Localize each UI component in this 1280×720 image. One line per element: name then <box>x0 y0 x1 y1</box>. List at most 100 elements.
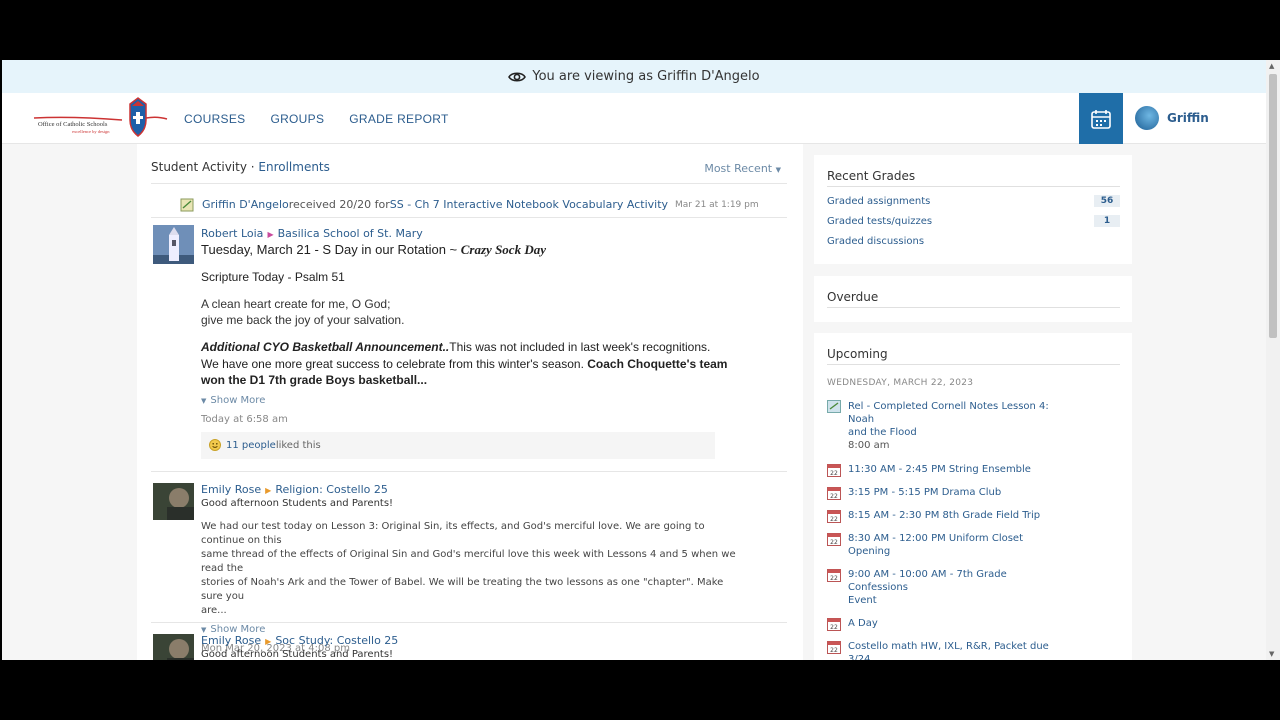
logo-text: Office of Catholic Schools <box>38 121 108 128</box>
enrollments-link[interactable]: Enrollments <box>258 160 330 174</box>
grade-notification: Griffin D'Angelo received 20/20 for SS -… <box>151 192 787 218</box>
calendar-event-icon: 22 <box>827 532 841 550</box>
upcoming-date: WEDNESDAY, MARCH 22, 2023 <box>827 378 974 388</box>
svg-text:22: 22 <box>830 575 838 582</box>
grade-row-label: Graded discussions <box>827 235 925 247</box>
announcement: Additional CYO Basketball Announcement..… <box>201 339 747 389</box>
upcoming-event-title: A Day <box>848 618 878 629</box>
post-author[interactable]: Robert Loia <box>201 227 263 240</box>
scroll-up-icon[interactable]: ▲ <box>1269 62 1274 70</box>
announcement-bold: Coach Choquette's team <box>587 356 728 371</box>
upcoming-event[interactable]: 22 A Day <box>827 617 1063 631</box>
calendar-icon <box>1091 109 1111 129</box>
post-author[interactable]: Emily Rose <box>201 483 261 496</box>
author-avatar[interactable] <box>153 483 194 522</box>
grade-row-label: Graded assignments <box>827 195 931 207</box>
calendar-button[interactable] <box>1079 93 1123 144</box>
verse-line: A clean heart create for me, O God; <box>201 297 391 311</box>
basilica-thumbnail[interactable] <box>153 225 194 264</box>
grade-time: Mar 21 at 1:19 pm <box>675 199 759 210</box>
upcoming-event-title: Event <box>848 595 877 606</box>
assignment-link[interactable]: SS - Ch 7 Interactive Notebook Vocabular… <box>390 198 668 211</box>
upcoming-event[interactable]: 22 3:15 PM - 5:15 PM Drama Club <box>827 486 1063 500</box>
announcement-title: Additional CYO Basketball Announcement.. <box>201 340 450 354</box>
likes-text: liked this <box>275 439 321 451</box>
eye-icon <box>508 71 527 83</box>
overdue-panel: Overdue <box>814 276 1132 322</box>
likes-link[interactable]: 11 people <box>226 440 276 451</box>
svg-text:22: 22 <box>830 539 838 546</box>
post-target[interactable]: Basilica School of St. Mary <box>278 227 423 240</box>
post-greeting: Good afternoon Students and Parents! <box>201 649 394 660</box>
sort-dropdown[interactable]: Most Recent ▼ <box>704 162 781 175</box>
upcoming-event-title: 8:30 AM - 12:00 PM Uniform Closet Openin… <box>848 533 1023 557</box>
arrow-right-icon: ▶ <box>265 637 272 646</box>
svg-text:22: 22 <box>830 470 838 477</box>
scrollbar-thumb[interactable] <box>1269 74 1277 338</box>
verse-line: give me back the joy of your salvation. <box>201 313 405 327</box>
avatar <box>1135 106 1159 130</box>
recent-grades-title: Recent Grades <box>827 169 1120 187</box>
author-avatar[interactable] <box>153 634 194 660</box>
svg-text:22: 22 <box>830 624 838 631</box>
count-badge: 1 <box>1094 215 1120 227</box>
post-target[interactable]: Soc Study: Costello 25 <box>275 634 398 647</box>
scripture-verse: A clean heart create for me, O God; give… <box>201 296 747 328</box>
calendar-event-icon: 22 <box>827 486 841 504</box>
upcoming-event[interactable]: 22 Costello math HW, IXL, R&R, Packet due… <box>827 640 1063 660</box>
grade-row-assignments[interactable]: Graded assignments 56 <box>827 191 1120 211</box>
scripture-title: Scripture Today - Psalm 51 <box>201 270 345 284</box>
nav-courses[interactable]: COURSES <box>184 112 245 126</box>
svg-text:22: 22 <box>830 516 838 523</box>
upcoming-panel: Upcoming WEDNESDAY, MARCH 22, 2023 Rel -… <box>814 333 1132 660</box>
upcoming-title-line: Rel - Completed Cornell Notes Lesson 4: … <box>848 401 1049 425</box>
upcoming-event[interactable]: 22 8:15 AM - 2:30 PM 8th Grade Field Trip <box>827 509 1063 523</box>
office-of-catholic-schools-logo[interactable]: Office of Catholic Schools excellence by… <box>32 96 168 142</box>
upcoming-event[interactable]: 22 8:30 AM - 12:00 PM Uniform Closet Open… <box>827 532 1063 558</box>
grade-row-tests[interactable]: Graded tests/quizzes 1 <box>827 211 1120 231</box>
feed-post: Robert Loia ▶ Basilica School of St. Mary … <box>151 219 787 472</box>
calendar-event-icon: 22 <box>827 640 841 658</box>
calendar-event-icon: 22 <box>827 568 841 586</box>
nav-grade-report[interactable]: GRADE REPORT <box>349 112 448 126</box>
grade-row-discussions[interactable]: Graded discussions <box>827 231 1120 251</box>
caret-down-icon: ▼ <box>201 396 207 405</box>
upcoming-event[interactable]: 22 11:30 AM - 2:45 PM String Ensemble <box>827 463 1063 477</box>
post-greeting: Good afternoon Students and Parents! <box>201 498 394 509</box>
announcement-text: We have one more great success to celebr… <box>201 356 588 371</box>
received-text: received 20/20 for <box>288 198 390 211</box>
post-text: We had our test today on Lesson 3: Origi… <box>201 520 747 618</box>
calendar-event-icon: 22 <box>827 509 841 527</box>
feed-header: Student Activity · Enrollments Most Rece… <box>151 160 787 184</box>
upcoming-event[interactable]: 22 9:00 AM - 10:00 AM - 7th Grade Confess… <box>827 568 1063 607</box>
calendar-event-icon: 22 <box>827 463 841 481</box>
feed-post: Emily Rose ▶ Religion: Costello 25 Good af… <box>151 473 787 654</box>
announcement-bold: won the D1 7th grade Boys basketball... <box>201 373 428 387</box>
user-menu[interactable]: Griffin <box>1135 106 1209 130</box>
feed-title: Student Activity <box>151 160 247 174</box>
show-more-button[interactable]: ▼ Show More <box>201 395 747 406</box>
main-nav: COURSES GROUPS GRADE REPORT <box>184 93 474 144</box>
title-separator: · <box>246 160 259 174</box>
upcoming-event-title: 3:15 PM - 5:15 PM Drama Club <box>848 487 1002 498</box>
upcoming-title: Upcoming <box>827 347 1120 365</box>
upcoming-event-title: Costello math HW, IXL, R&R, Packet due 3… <box>848 641 1049 660</box>
student-name-link[interactable]: Griffin D'Angelo <box>202 198 289 211</box>
upcoming-assignment[interactable]: Rel - Completed Cornell Notes Lesson 4: … <box>827 400 1063 452</box>
grade-row-label: Graded tests/quizzes <box>827 215 933 227</box>
svg-text:22: 22 <box>830 493 838 500</box>
nav-groups[interactable]: GROUPS <box>270 112 324 126</box>
svg-text:22: 22 <box>830 647 838 654</box>
chevron-down-icon: ▼ <box>775 166 781 174</box>
post-body: Robert Loia ▶ Basilica School of St. Mary … <box>201 219 747 459</box>
upcoming-time: 8:00 am <box>848 440 890 451</box>
post-target[interactable]: Religion: Costello 25 <box>275 483 388 496</box>
masquerade-banner: You are viewing as Griffin D'Angelo <box>2 60 1266 93</box>
post-headline: Tuesday, March 21 - S Day in our Rotatio… <box>201 242 747 258</box>
logo-tagline: excellence by design <box>72 129 110 134</box>
headline-text: Tuesday, March 21 - S Day in our Rotatio… <box>201 242 461 257</box>
assignment-icon <box>180 198 194 212</box>
scrollbar[interactable]: ▲ ▼ <box>1266 60 1280 660</box>
scroll-down-icon[interactable]: ▼ <box>1269 650 1274 658</box>
post-author[interactable]: Emily Rose <box>201 634 261 647</box>
